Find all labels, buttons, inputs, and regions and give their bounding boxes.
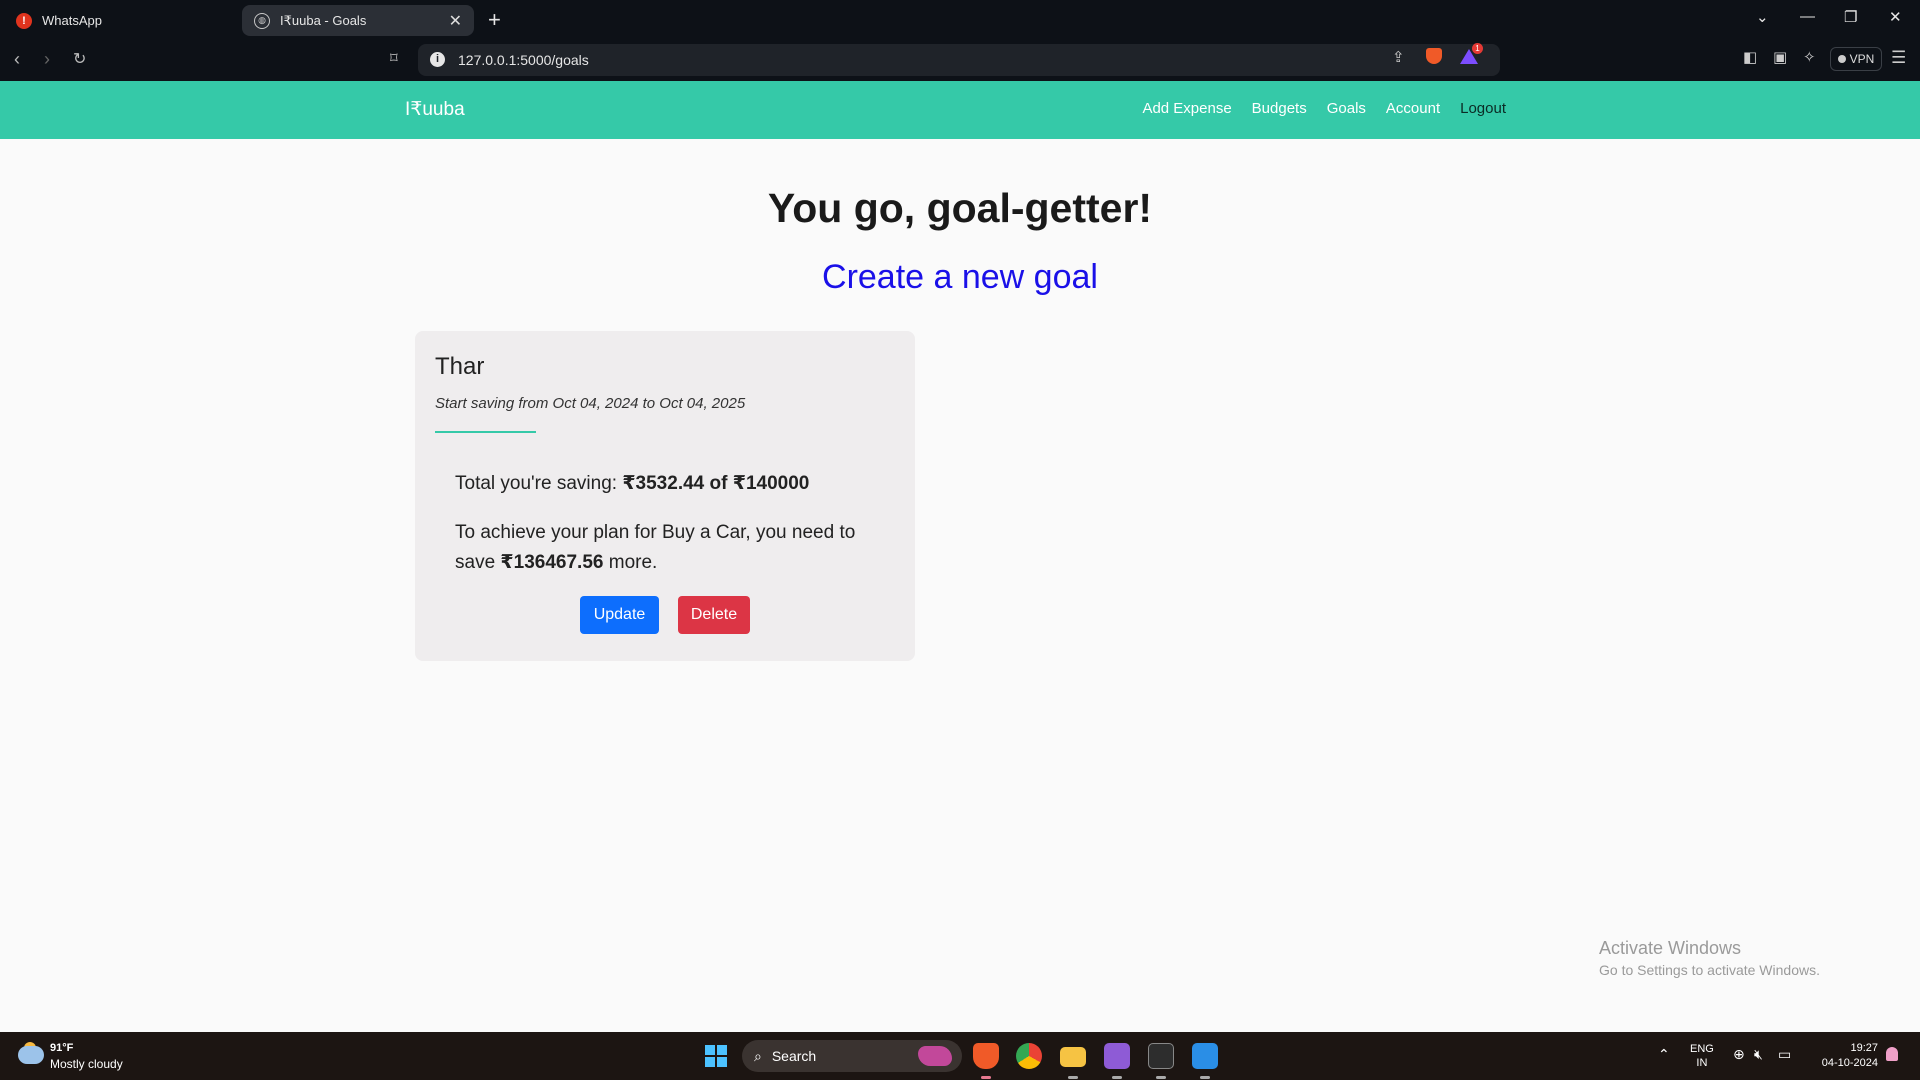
goal-name: Thar	[435, 353, 485, 380]
tab-search-chevron-icon[interactable]: ⌄	[1756, 8, 1769, 26]
goal-saving-text: Total you're saving: ₹3532.44 of ₹140000	[455, 472, 809, 495]
watermark-title: Activate Windows	[1599, 938, 1742, 958]
windows-start-icon[interactable]	[705, 1045, 727, 1067]
url-input[interactable]: i 127.0.0.1:5000/goals	[418, 44, 1500, 76]
visual-studio-icon[interactable]	[1104, 1043, 1130, 1069]
browser-tab-bar: ! WhatsApp ◍ I₹uuba - Goals ✕ + ⌄ — ❐ ✕	[0, 0, 1920, 40]
weather-description: Mostly cloudy	[50, 1057, 123, 1071]
brave-shields-icon[interactable]	[1426, 48, 1442, 64]
tab-title: WhatsApp	[42, 13, 102, 28]
goal-card: Thar Start saving from Oct 04, 2024 to O…	[415, 331, 915, 661]
nav-account[interactable]: Account	[1386, 100, 1440, 117]
tab-whatsapp[interactable]: ! WhatsApp	[4, 5, 234, 36]
goal-dates: Start saving from Oct 04, 2024 to Oct 04…	[435, 395, 746, 412]
region-code: IN	[1696, 1057, 1708, 1069]
page-title: You go, goal-getter!	[767, 185, 1153, 231]
tab-close-icon[interactable]: ✕	[449, 11, 462, 31]
clock-date: 04-10-2024	[1821, 1057, 1878, 1069]
network-icon[interactable]: ⊕	[1733, 1046, 1745, 1063]
wallet-icon[interactable]: ▣	[1773, 48, 1787, 66]
globe-icon: ◍	[254, 12, 270, 29]
site-info-icon[interactable]: i	[430, 52, 445, 67]
menu-icon[interactable]: ☰	[1891, 48, 1906, 68]
need-suffix: more.	[603, 552, 658, 573]
search-highlight-icon	[918, 1046, 952, 1066]
taskbar-search[interactable]: ⌕ Search	[742, 1040, 962, 1072]
running-app-indicator	[1068, 1076, 1078, 1079]
running-app-indicator	[1200, 1076, 1210, 1079]
search-label: Search	[771, 1048, 817, 1064]
address-toolbar: ‹ › ↻ ⌑ i 127.0.0.1:5000/goals ⇪ 1 ◧ ▣ ✧…	[0, 40, 1920, 81]
windows-taskbar: 91°F Mostly cloudy ⌕ Search ⌃ ENG IN ⊕ 🔇…	[0, 1032, 1920, 1080]
brave-browser-icon[interactable]	[973, 1043, 999, 1069]
file-explorer-icon[interactable]	[1060, 1047, 1086, 1067]
nav-budgets[interactable]: Budgets	[1252, 100, 1307, 117]
delete-button[interactable]: Delete	[678, 596, 750, 634]
restore-icon[interactable]: ❐	[1844, 8, 1857, 26]
sidebar-icon[interactable]: ◧	[1743, 48, 1757, 66]
volume-muted-icon[interactable]: 🔇︎	[1754, 1046, 1763, 1063]
chrome-icon[interactable]	[1016, 1043, 1042, 1069]
nav-logout[interactable]: Logout	[1460, 100, 1506, 117]
reload-icon[interactable]: ↻	[73, 49, 86, 69]
minimize-icon[interactable]: —	[1800, 8, 1815, 25]
url-text: 127.0.0.1:5000/goals	[458, 52, 589, 68]
bookmark-icon[interactable]: ⌑	[390, 49, 398, 67]
nav-links: Add Expense Budgets Goals Account Logout	[1142, 100, 1506, 117]
forward-icon[interactable]: ›	[44, 49, 50, 70]
nav-add-expense[interactable]: Add Expense	[1142, 100, 1231, 117]
back-icon[interactable]: ‹	[14, 49, 20, 70]
create-goal-link[interactable]: Create a new goal	[0, 258, 1920, 297]
tab-goals[interactable]: ◍ I₹uuba - Goals ✕	[242, 5, 474, 36]
app-navbar: I₹uuba Add Expense Budgets Goals Account…	[0, 81, 1920, 139]
leo-ai-icon[interactable]: ✧	[1803, 48, 1816, 66]
saving-amount: ₹3532.44 of ₹140000	[622, 473, 810, 494]
whatsapp-favicon-icon: !	[16, 12, 32, 29]
vpn-status-icon	[1837, 55, 1846, 63]
share-icon[interactable]: ⇪	[1392, 48, 1405, 66]
search-icon: ⌕	[754, 1047, 762, 1064]
activate-windows-watermark: Activate Windows Go to Settings to activ…	[1599, 938, 1820, 978]
update-button[interactable]: Update	[580, 596, 659, 634]
running-app-indicator	[1112, 1076, 1122, 1079]
nav-goals[interactable]: Goals	[1327, 100, 1366, 117]
tab-title: I₹uuba - Goals	[280, 12, 367, 28]
saving-prefix: Total you're saving:	[455, 473, 623, 494]
language-indicator[interactable]: ENG IN	[1690, 1042, 1714, 1070]
system-clock[interactable]: 19:27 04-10-2024	[1812, 1041, 1878, 1071]
tray-overflow-icon[interactable]: ⌃	[1658, 1046, 1670, 1063]
terminal-icon[interactable]	[1148, 1043, 1174, 1069]
brand-link[interactable]: I₹uuba	[405, 98, 465, 121]
battery-icon[interactable]: ▭	[1778, 1046, 1791, 1063]
active-app-indicator	[981, 1076, 991, 1079]
rewards-badge: 1	[1472, 43, 1483, 54]
vpn-label: VPN	[1849, 52, 1875, 66]
watermark-subtitle: Go to Settings to activate Windows.	[1599, 962, 1820, 978]
weather-temperature: 91°F	[50, 1042, 74, 1054]
running-app-indicator	[1156, 1076, 1166, 1079]
window-close-icon[interactable]: ✕	[1889, 8, 1902, 26]
goal-divider	[435, 431, 536, 433]
vscode-icon[interactable]	[1192, 1043, 1218, 1069]
clock-time: 19:27	[1850, 1042, 1878, 1054]
vpn-button[interactable]: VPN	[1830, 47, 1882, 71]
new-tab-icon[interactable]: +	[488, 7, 501, 33]
weather-cloud-icon[interactable]	[18, 1046, 44, 1064]
goal-remaining-text: To achieve your plan for Buy a Car, you …	[455, 518, 895, 578]
lang-code: ENG	[1690, 1043, 1714, 1055]
notification-bell-icon[interactable]	[1886, 1047, 1898, 1061]
remaining-amount: ₹136467.56	[500, 552, 604, 573]
